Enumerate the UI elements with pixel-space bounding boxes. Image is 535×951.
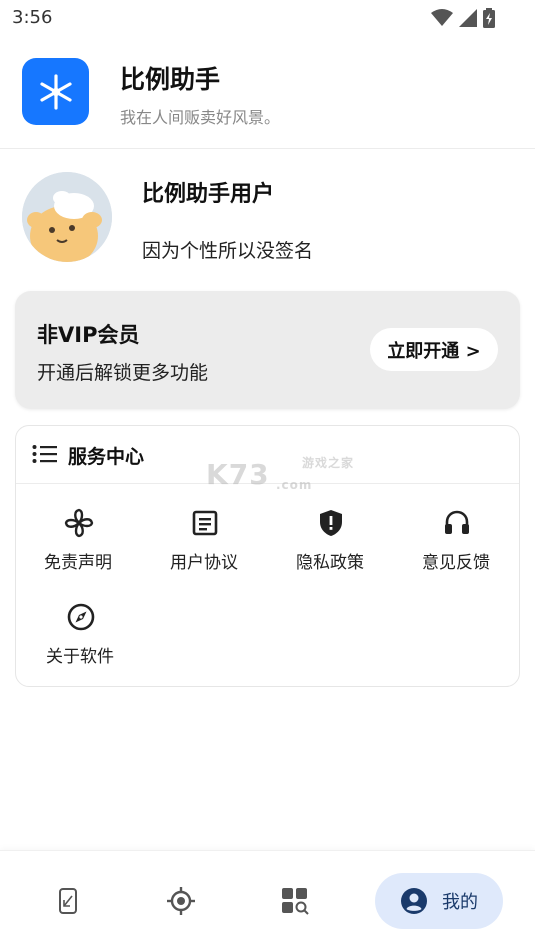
watermark-site: 游戏之家 xyxy=(302,456,355,470)
watermark-domain: .com xyxy=(276,478,313,492)
status-time: 3:56 xyxy=(12,7,53,28)
service-item-user-agreement[interactable]: 用户协议 xyxy=(144,508,264,580)
service-item-about[interactable]: 关于软件 xyxy=(20,602,140,674)
service-item-label: 关于软件 xyxy=(46,647,114,667)
service-center-card: 服务中心 K73 游戏之家 .com 免责声明 用户协议 隐私政策 意见反馈 关… xyxy=(15,425,520,687)
compass-icon xyxy=(67,603,95,631)
service-item-label: 隐私政策 xyxy=(296,553,364,573)
nav-mine-label: 我的 xyxy=(442,892,478,913)
vip-activate-button[interactable]: 立即开通 > xyxy=(370,328,498,371)
service-item-label: 用户协议 xyxy=(170,553,238,573)
wifi-icon xyxy=(431,9,453,26)
service-item-feedback[interactable]: 意见反馈 xyxy=(396,508,516,580)
bottom-nav: 我的 xyxy=(0,850,535,951)
watermark-brand: K73 xyxy=(206,458,270,491)
signal-icon xyxy=(459,9,477,27)
target-icon xyxy=(167,887,195,915)
service-title: 服务中心 xyxy=(68,446,145,468)
app-logo-icon xyxy=(22,58,89,125)
battery-icon xyxy=(483,8,495,28)
vip-title: 非VIP会员 xyxy=(37,323,140,347)
service-header: 服务中心 K73 游戏之家 .com xyxy=(16,426,519,492)
user-name: 比例助手用户 xyxy=(142,182,275,207)
document-icon xyxy=(192,510,218,536)
service-item-disclaimer[interactable]: 免责声明 xyxy=(18,508,138,580)
headset-icon xyxy=(445,510,469,534)
status-bar: 3:56 xyxy=(0,0,535,36)
avatar[interactable] xyxy=(22,172,112,262)
vip-desc: 开通后解锁更多功能 xyxy=(37,362,209,384)
vip-card: 非VIP会员 开通后解锁更多功能 立即开通 > xyxy=(15,291,520,409)
shield-icon xyxy=(320,510,342,536)
app-slogan: 我在人间贩卖好风景。 xyxy=(120,108,281,127)
app-header: 比例助手 我在人间贩卖好风景。 xyxy=(0,36,535,149)
app-name: 比例助手 xyxy=(120,65,221,94)
nav-item-mine[interactable]: 我的 xyxy=(375,873,503,929)
nav-item-apps[interactable] xyxy=(267,873,323,929)
status-icons xyxy=(431,8,495,28)
apps-search-icon xyxy=(282,888,309,915)
nav-item-ratio[interactable] xyxy=(40,873,96,929)
phone-ruler-icon xyxy=(59,888,77,914)
user-bio: 因为个性所以没签名 xyxy=(142,240,314,262)
watermark-logo: K73 游戏之家 .com xyxy=(206,456,353,492)
nav-item-locate[interactable] xyxy=(153,873,209,929)
list-icon xyxy=(32,445,57,463)
fan-icon xyxy=(64,508,94,538)
profile-section[interactable]: 比例助手用户 因为个性所以没签名 xyxy=(0,150,535,285)
service-item-privacy-policy[interactable]: 隐私政策 xyxy=(270,508,390,580)
user-icon xyxy=(401,888,427,914)
service-item-label: 意见反馈 xyxy=(422,553,490,573)
service-item-label: 免责声明 xyxy=(44,553,112,573)
